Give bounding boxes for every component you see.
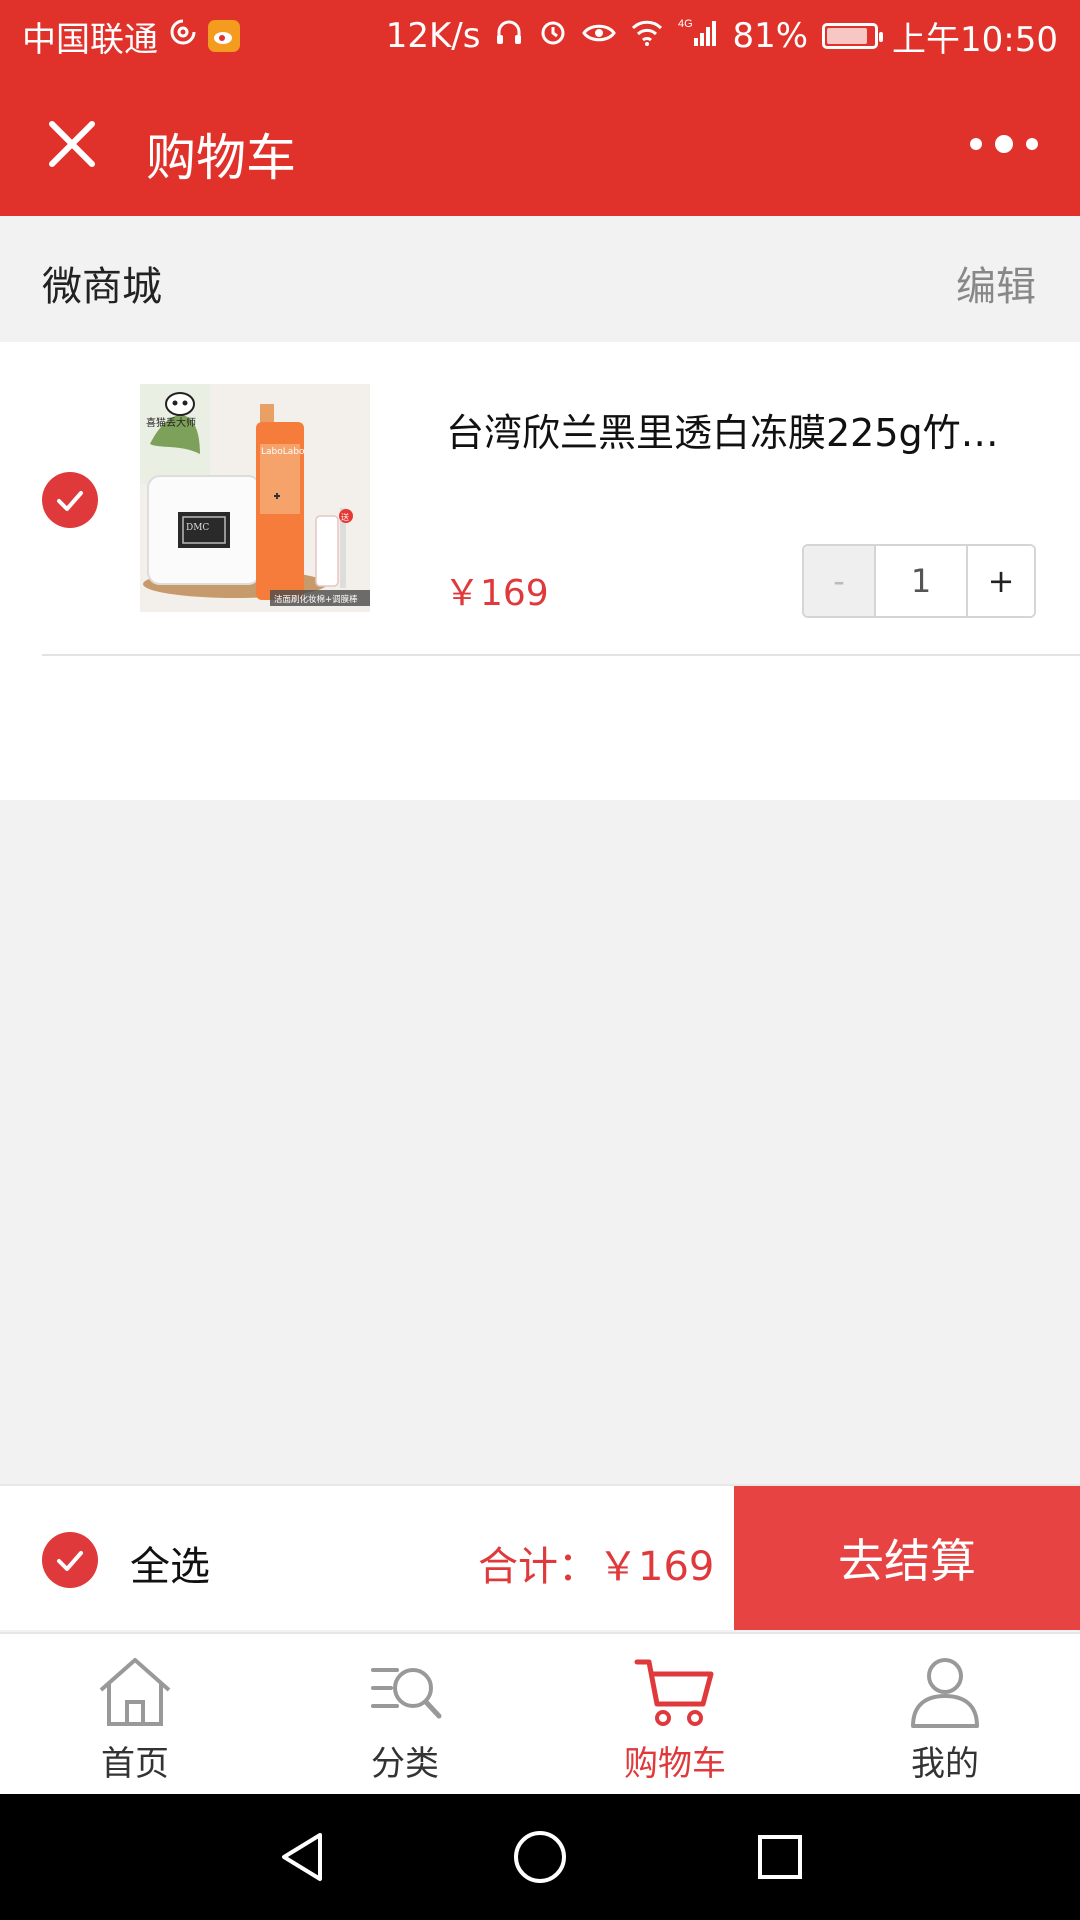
eye-icon [582,16,617,56]
battery-percent: 81% [732,16,809,56]
checkout-bar: 全选 合计：￥169 去结算 [0,1484,1080,1630]
tab-profile[interactable]: 我的 [810,1634,1080,1794]
tab-cart[interactable]: 购物车 [540,1634,810,1794]
item-divider [42,654,1080,656]
wifi-icon [630,16,664,56]
product-title[interactable]: 台湾欣兰黑里透白冻膜225g竹炭… [446,402,1036,457]
cellular-signal-icon: 4G [678,16,718,57]
check-icon [57,1551,83,1571]
bottom-tab-bar: 首页 分类 购物车 我的 [0,1632,1080,1794]
shop-header: 微商城 编辑 [0,216,1080,342]
tab-home[interactable]: 首页 [0,1634,270,1794]
image-logo-text: 喜猫丢大师 [146,416,196,429]
net-speed: 12K/s [385,16,481,56]
shop-name: 微商城 [42,264,162,310]
svg-text:4G: 4G [678,18,693,30]
status-bar: 中国联通 12K/s 4G 81% 上午10:50 [0,0,1080,72]
tab-profile-label: 我的 [911,1744,979,1784]
home-icon [99,1658,171,1726]
tab-cart-label: 购物车 [624,1744,726,1784]
user-icon [911,1658,979,1728]
close-button[interactable] [44,116,100,172]
decrease-quantity-button[interactable]: - [804,546,876,616]
recents-icon[interactable] [750,1827,810,1887]
back-icon[interactable] [272,1827,332,1887]
checkout-button[interactable]: 去结算 [734,1486,1080,1630]
check-icon [57,491,83,511]
weibo-notification-icon [208,20,240,52]
battery-icon [822,23,884,49]
increase-quantity-button[interactable]: + [968,546,1034,616]
select-all-checkbox[interactable] [42,1532,98,1588]
tab-home-label: 首页 [101,1744,169,1784]
total-price: 合计：￥169 [478,1544,715,1590]
alarm-icon [538,16,568,56]
headphones-icon [494,16,524,56]
spiral-notification-icon [168,16,198,56]
clock: 上午10:50 [892,19,1058,60]
product-price: ￥169 [444,573,549,614]
tab-category-label: 分类 [371,1744,439,1784]
home-circle-icon[interactable] [510,1827,570,1887]
quantity-input[interactable] [876,546,968,616]
category-search-icon [371,1668,442,1719]
jar-label-text: DMC [186,523,209,533]
page-title: 购物车 [146,129,296,187]
item-select-checkbox[interactable] [42,472,98,528]
quantity-stepper: - + [802,544,1036,618]
cart-item: 喜猫丢大师 DMC LaboLabo 送 洁面刷化妆棉+调膜棒 台湾欣兰黑里透白… [0,342,1080,658]
tab-category[interactable]: 分类 [270,1634,540,1794]
select-all-label[interactable]: 全选 [130,1534,210,1592]
more-button[interactable] [968,126,1040,162]
edit-button[interactable]: 编辑 [956,254,1036,312]
product-image[interactable]: 喜猫丢大师 DMC LaboLabo 送 洁面刷化妆棉+调膜棒 [140,384,370,612]
close-icon [49,121,95,167]
carrier-label: 中国联通 [22,19,158,60]
title-bar: 购物车 [0,72,1080,216]
system-navigation-bar [0,1794,1080,1920]
image-caption-text: 洁面刷化妆棉+调膜棒 [274,594,358,605]
cart-list: 喜猫丢大师 DMC LaboLabo 送 洁面刷化妆棉+调膜棒 台湾欣兰黑里透白… [0,342,1080,800]
more-icon [970,135,1038,153]
cart-icon [634,1659,714,1726]
gift-badge-text: 送 [341,512,349,522]
bottle-brand-text: LaboLabo [261,447,305,457]
